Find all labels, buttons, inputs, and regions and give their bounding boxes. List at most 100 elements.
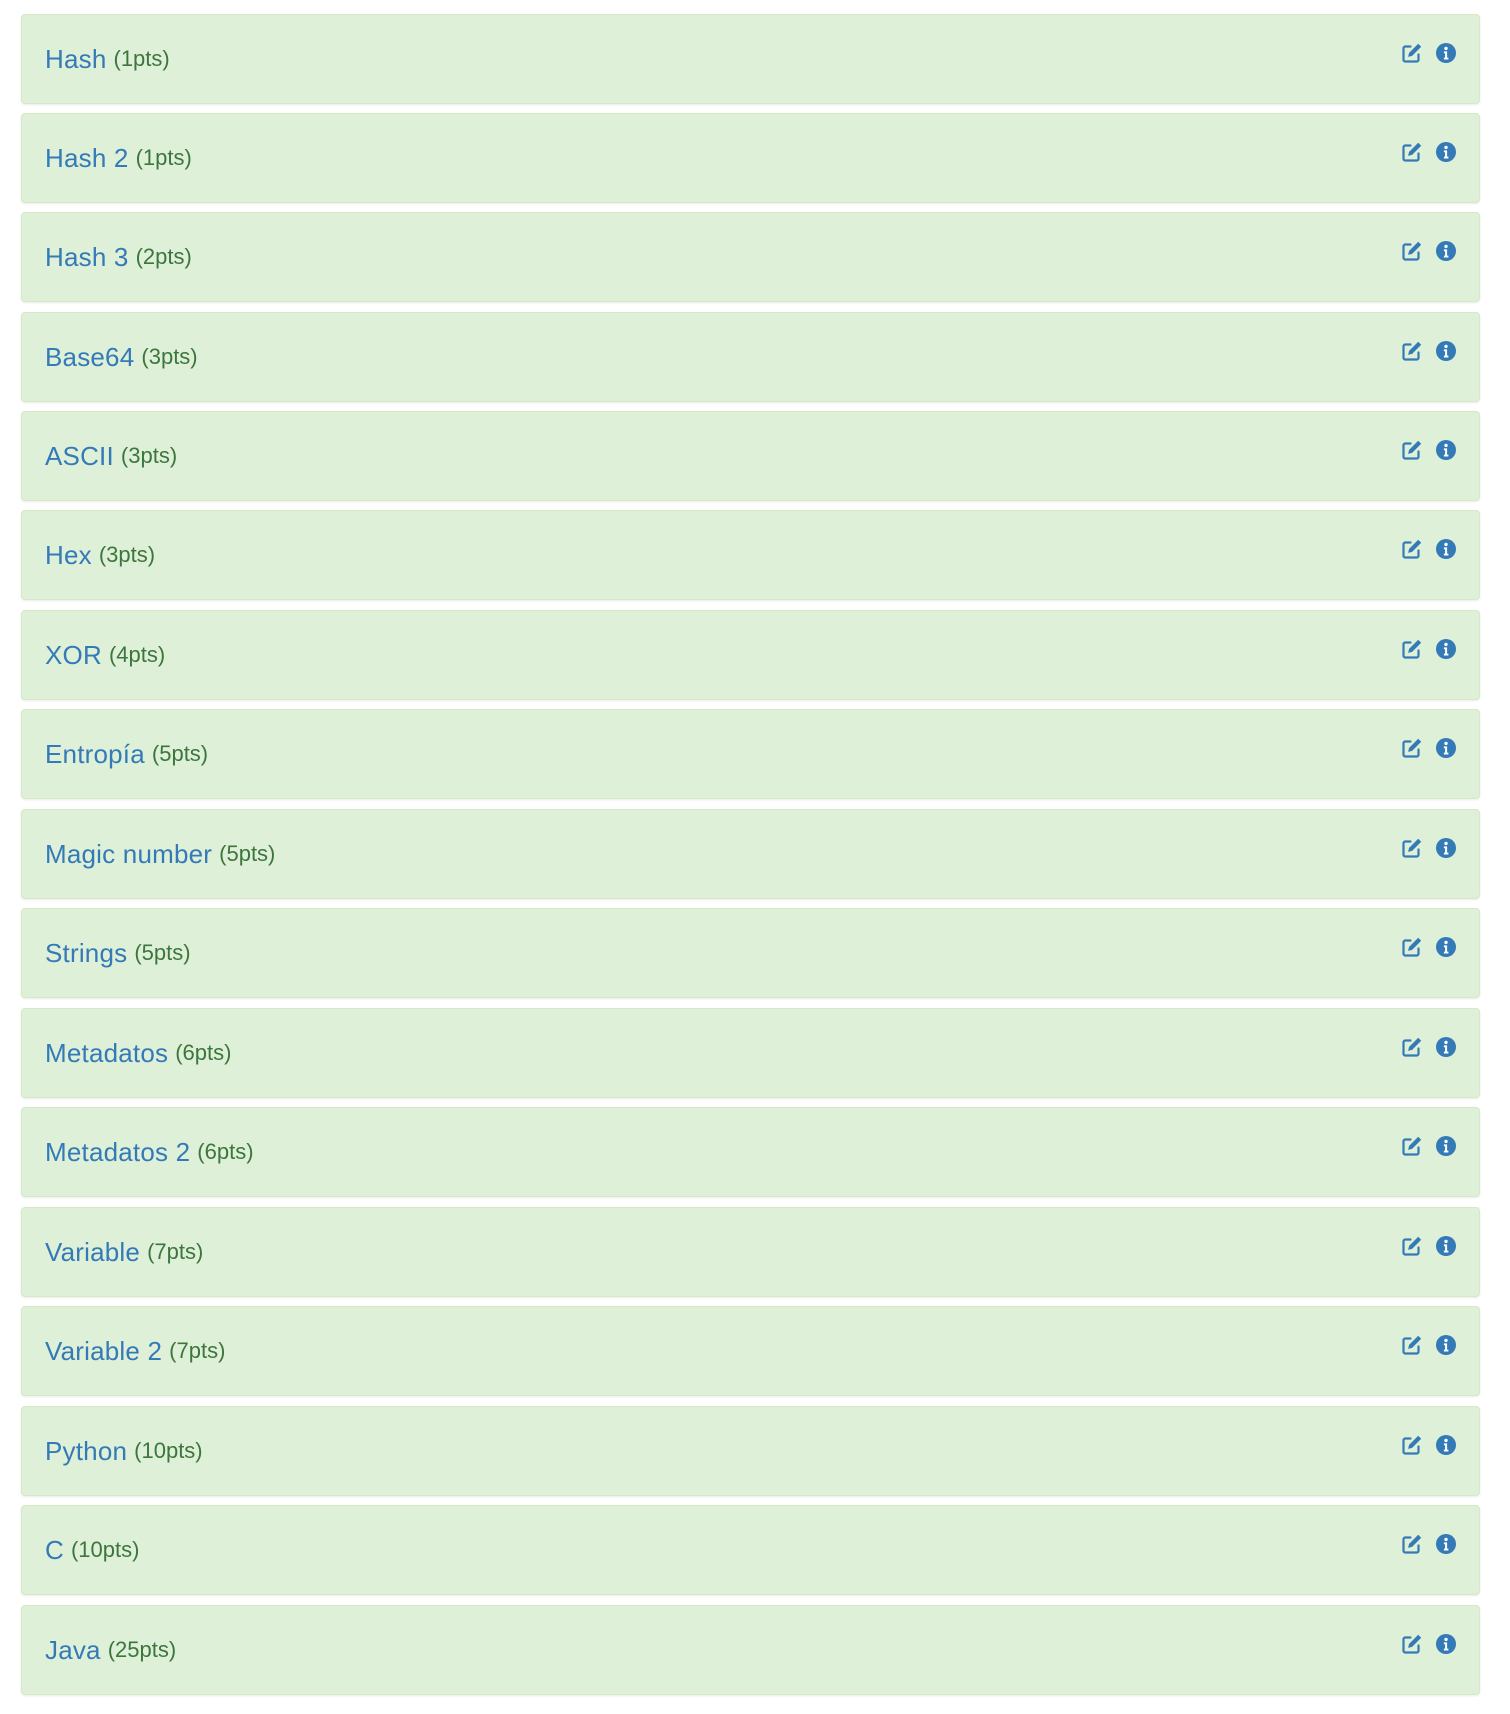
challenge-actions bbox=[1401, 1633, 1457, 1655]
info-icon[interactable] bbox=[1435, 1235, 1457, 1257]
challenge-panel[interactable]: ASCII (3pts) bbox=[21, 411, 1480, 501]
challenge-panel[interactable]: Hash 2 (1pts) bbox=[21, 113, 1480, 203]
info-icon[interactable] bbox=[1435, 538, 1457, 560]
challenge-title[interactable]: ASCII bbox=[45, 441, 114, 472]
challenge-points: (1pts) bbox=[135, 145, 192, 170]
challenge-title[interactable]: Hash 3 bbox=[45, 242, 129, 273]
info-icon[interactable] bbox=[1435, 1434, 1457, 1456]
edit-icon[interactable] bbox=[1401, 1036, 1423, 1058]
info-icon[interactable] bbox=[1435, 1533, 1457, 1555]
challenge-title[interactable]: Strings bbox=[45, 938, 127, 969]
info-icon[interactable] bbox=[1435, 1334, 1457, 1356]
challenge-panel[interactable]: C (10pts) bbox=[21, 1505, 1480, 1595]
challenge-heading: ASCII (3pts) bbox=[45, 412, 177, 500]
info-icon[interactable] bbox=[1435, 936, 1457, 958]
challenge-actions bbox=[1401, 1434, 1457, 1456]
challenge-heading: Hash 2 (1pts) bbox=[45, 114, 192, 202]
challenge-heading: Magic number (5pts) bbox=[45, 810, 275, 898]
edit-icon[interactable] bbox=[1401, 1434, 1423, 1456]
challenge-heading: XOR (4pts) bbox=[45, 611, 165, 699]
edit-icon[interactable] bbox=[1401, 1235, 1423, 1257]
challenge-title[interactable]: Variable bbox=[45, 1237, 140, 1268]
challenge-actions bbox=[1401, 141, 1457, 163]
challenge-panel[interactable]: Strings (5pts) bbox=[21, 908, 1480, 998]
challenge-panel[interactable]: Variable (7pts) bbox=[21, 1207, 1480, 1297]
challenge-heading: Entropía (5pts) bbox=[45, 710, 208, 798]
edit-icon[interactable] bbox=[1401, 737, 1423, 759]
challenge-panel[interactable]: Hash 3 (2pts) bbox=[21, 212, 1480, 302]
challenge-heading: Python (10pts) bbox=[45, 1407, 203, 1495]
challenge-title[interactable]: Metadatos bbox=[45, 1038, 168, 1069]
edit-icon[interactable] bbox=[1401, 141, 1423, 163]
challenge-heading: Hash (1pts) bbox=[45, 15, 170, 103]
edit-icon[interactable] bbox=[1401, 1533, 1423, 1555]
challenge-panel[interactable]: Variable 2 (7pts) bbox=[21, 1306, 1480, 1396]
challenge-panel[interactable]: Metadatos (6pts) bbox=[21, 1008, 1480, 1098]
challenge-actions bbox=[1401, 538, 1457, 560]
info-icon[interactable] bbox=[1435, 439, 1457, 461]
edit-icon[interactable] bbox=[1401, 1334, 1423, 1356]
challenge-title[interactable]: Magic number bbox=[45, 839, 212, 870]
challenge-title[interactable]: Python bbox=[45, 1436, 127, 1467]
challenge-actions bbox=[1401, 936, 1457, 958]
challenge-points: (6pts) bbox=[197, 1139, 254, 1164]
challenge-actions bbox=[1401, 1135, 1457, 1157]
edit-icon[interactable] bbox=[1401, 936, 1423, 958]
challenge-points: (1pts) bbox=[113, 46, 170, 71]
challenge-heading: Variable 2 (7pts) bbox=[45, 1307, 225, 1395]
info-icon[interactable] bbox=[1435, 340, 1457, 362]
challenge-title[interactable]: Hex bbox=[45, 540, 92, 571]
info-icon[interactable] bbox=[1435, 1135, 1457, 1157]
challenge-panel[interactable]: Base64 (3pts) bbox=[21, 312, 1480, 402]
challenge-title[interactable]: Java bbox=[45, 1635, 101, 1666]
info-icon[interactable] bbox=[1435, 1633, 1457, 1655]
challenge-title[interactable]: Hash bbox=[45, 44, 107, 75]
edit-icon[interactable] bbox=[1401, 340, 1423, 362]
challenge-actions bbox=[1401, 240, 1457, 262]
challenge-title[interactable]: Hash 2 bbox=[45, 143, 129, 174]
challenge-panel[interactable]: Java (25pts) bbox=[21, 1605, 1480, 1695]
challenge-heading: C (10pts) bbox=[45, 1506, 139, 1594]
challenge-panel[interactable]: Hex (3pts) bbox=[21, 510, 1480, 600]
challenge-title[interactable]: Entropía bbox=[45, 739, 145, 770]
challenge-title[interactable]: Base64 bbox=[45, 342, 134, 373]
challenge-actions bbox=[1401, 42, 1457, 64]
challenge-title[interactable]: Metadatos 2 bbox=[45, 1137, 190, 1168]
challenge-points: (5pts) bbox=[151, 741, 209, 766]
info-icon[interactable] bbox=[1435, 837, 1457, 859]
challenge-title[interactable]: Variable 2 bbox=[45, 1336, 162, 1367]
edit-icon[interactable] bbox=[1401, 1135, 1423, 1157]
challenge-panel[interactable]: XOR (4pts) bbox=[21, 610, 1480, 700]
info-icon[interactable] bbox=[1435, 737, 1457, 759]
edit-icon[interactable] bbox=[1401, 42, 1423, 64]
challenge-heading: Strings (5pts) bbox=[45, 909, 191, 997]
challenge-title[interactable]: C bbox=[45, 1535, 64, 1566]
challenge-list: Hash (1pts) Hash 2 (1pts) Hash 3 (2pts) … bbox=[0, 0, 1510, 1714]
edit-icon[interactable] bbox=[1401, 837, 1423, 859]
challenge-actions bbox=[1401, 638, 1457, 660]
challenge-panel[interactable]: Magic number (5pts) bbox=[21, 809, 1480, 899]
edit-icon[interactable] bbox=[1401, 1633, 1423, 1655]
challenge-panel[interactable]: Metadatos 2 (6pts) bbox=[21, 1107, 1480, 1197]
challenge-panel[interactable]: Python (10pts) bbox=[21, 1406, 1480, 1496]
challenge-panel[interactable]: Entropía (5pts) bbox=[21, 709, 1480, 799]
challenge-points: (7pts) bbox=[169, 1338, 226, 1363]
edit-icon[interactable] bbox=[1401, 538, 1423, 560]
info-icon[interactable] bbox=[1435, 42, 1457, 64]
challenge-points: (4pts) bbox=[108, 642, 166, 667]
edit-icon[interactable] bbox=[1401, 439, 1423, 461]
challenge-panel[interactable]: Hash (1pts) bbox=[21, 14, 1480, 104]
info-icon[interactable] bbox=[1435, 240, 1457, 262]
info-icon[interactable] bbox=[1435, 141, 1457, 163]
challenge-title[interactable]: XOR bbox=[45, 640, 102, 671]
info-icon[interactable] bbox=[1435, 638, 1457, 660]
challenge-points: (3pts) bbox=[98, 542, 156, 567]
challenge-points: (2pts) bbox=[135, 244, 192, 269]
challenge-actions bbox=[1401, 340, 1457, 362]
challenge-points: (7pts) bbox=[147, 1239, 204, 1264]
edit-icon[interactable] bbox=[1401, 638, 1423, 660]
challenge-points: (10pts) bbox=[134, 1438, 203, 1463]
edit-icon[interactable] bbox=[1401, 240, 1423, 262]
info-icon[interactable] bbox=[1435, 1036, 1457, 1058]
challenge-actions bbox=[1401, 837, 1457, 859]
